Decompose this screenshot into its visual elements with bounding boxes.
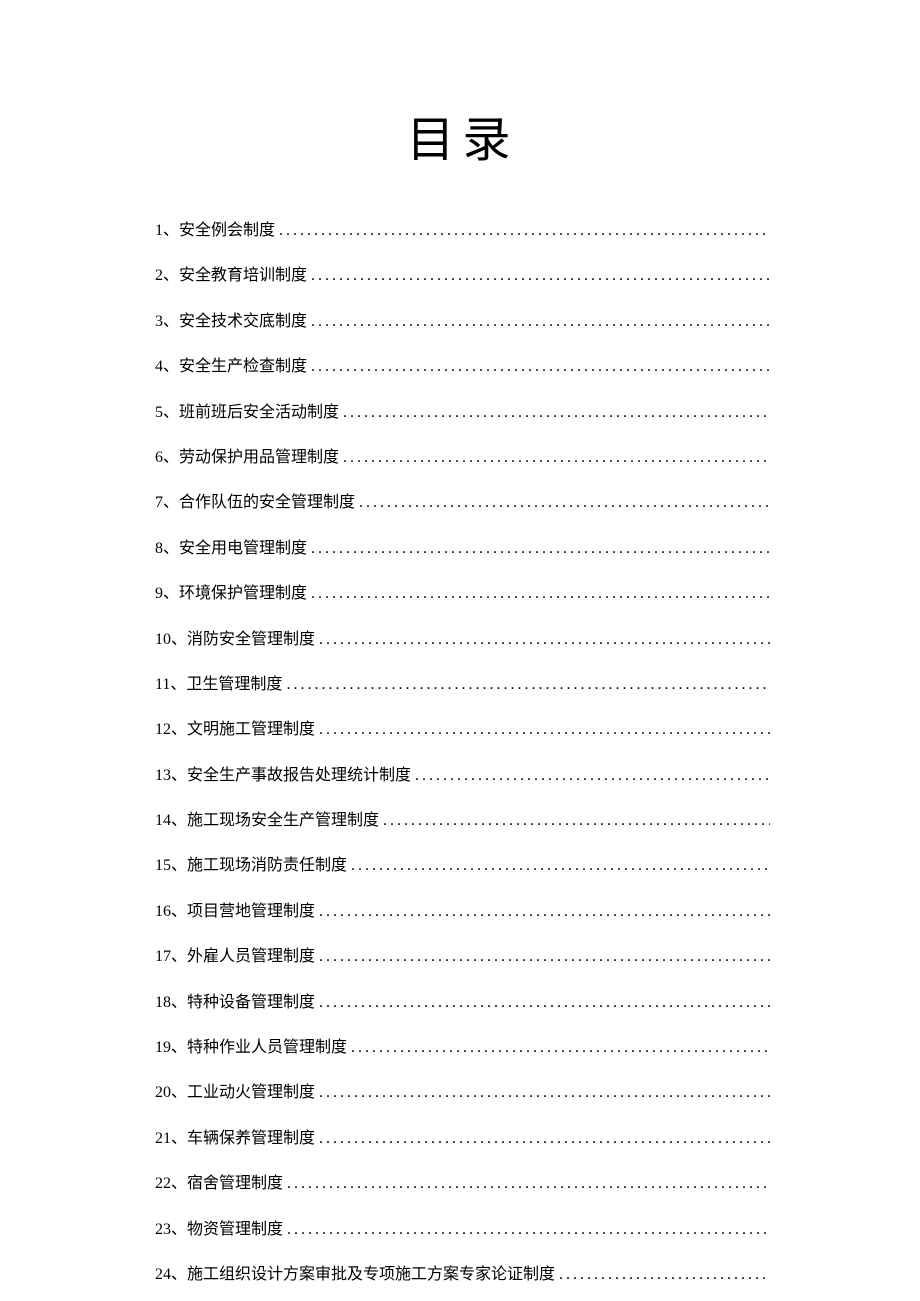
toc-leader-dots bbox=[315, 946, 770, 968]
toc-number: 22、 bbox=[155, 1173, 187, 1195]
toc-leader-dots bbox=[555, 1264, 770, 1286]
toc-number: 15、 bbox=[155, 855, 187, 877]
toc-leader-dots bbox=[339, 402, 770, 424]
toc-number: 18、 bbox=[155, 992, 187, 1014]
toc-number: 5、 bbox=[155, 402, 179, 424]
toc-leader-dots bbox=[347, 1037, 770, 1059]
toc-leader-dots bbox=[283, 1219, 770, 1241]
toc-text: 车辆保养管理制度 bbox=[187, 1128, 315, 1150]
toc-entry: 19、 特种作业人员管理制度 bbox=[155, 1037, 770, 1059]
toc-number: 2、 bbox=[155, 265, 179, 287]
toc-entry: 21、 车辆保养管理制度 bbox=[155, 1128, 770, 1150]
toc-entry: 7、 合作队伍的安全管理制度 bbox=[155, 492, 770, 514]
toc-leader-dots bbox=[307, 583, 770, 605]
toc-text: 物资管理制度 bbox=[187, 1219, 283, 1241]
toc-text: 安全生产检查制度 bbox=[179, 356, 307, 378]
toc-number: 19、 bbox=[155, 1037, 187, 1059]
toc-number: 14、 bbox=[155, 810, 187, 832]
toc-text: 项目营地管理制度 bbox=[187, 901, 315, 923]
toc-leader-dots bbox=[307, 356, 770, 378]
toc-text: 特种设备管理制度 bbox=[187, 992, 315, 1014]
toc-leader-dots bbox=[315, 901, 770, 923]
toc-text: 卫生管理制度 bbox=[186, 674, 282, 696]
toc-leader-dots bbox=[379, 810, 770, 832]
toc-entry: 1、 安全例会制度 bbox=[155, 220, 770, 242]
toc-text: 宿舍管理制度 bbox=[187, 1173, 283, 1195]
toc-leader-dots bbox=[315, 1082, 770, 1104]
toc-text: 特种作业人员管理制度 bbox=[187, 1037, 347, 1059]
toc-leader-dots bbox=[283, 1173, 770, 1195]
toc-text: 外雇人员管理制度 bbox=[187, 946, 315, 968]
toc-entry: 12、 文明施工管理制度 bbox=[155, 719, 770, 741]
toc-text: 施工现场消防责任制度 bbox=[187, 855, 347, 877]
toc-number: 6、 bbox=[155, 447, 179, 469]
toc-leader-dots bbox=[315, 992, 770, 1014]
toc-text: 安全技术交底制度 bbox=[179, 311, 307, 333]
toc-leader-dots bbox=[307, 265, 770, 287]
toc-entry: 3、 安全技术交底制度 bbox=[155, 311, 770, 333]
toc-number: 10、 bbox=[155, 629, 187, 651]
toc-number: 12、 bbox=[155, 719, 187, 741]
toc-leader-dots bbox=[315, 629, 770, 651]
toc-entry: 22、 宿舍管理制度 bbox=[155, 1173, 770, 1195]
toc-entry: 13、 安全生产事故报告处理统计制度 bbox=[155, 765, 770, 787]
toc-text: 消防安全管理制度 bbox=[187, 629, 315, 651]
toc-text: 文明施工管理制度 bbox=[187, 719, 315, 741]
toc-number: 7、 bbox=[155, 492, 179, 514]
toc-text: 合作队伍的安全管理制度 bbox=[179, 492, 355, 514]
toc-number: 11、 bbox=[155, 674, 186, 696]
toc-text: 环境保护管理制度 bbox=[179, 583, 307, 605]
toc-entry: 10、 消防安全管理制度 bbox=[155, 629, 770, 651]
toc-number: 24、 bbox=[155, 1264, 187, 1286]
toc-text: 安全生产事故报告处理统计制度 bbox=[187, 765, 411, 787]
toc-number: 16、 bbox=[155, 901, 187, 923]
toc-number: 17、 bbox=[155, 946, 187, 968]
toc-text: 施工现场安全生产管理制度 bbox=[187, 810, 379, 832]
toc-text: 施工组织设计方案审批及专项施工方案专家论证制度 bbox=[187, 1264, 555, 1286]
toc-number: 9、 bbox=[155, 583, 179, 605]
toc-text: 班前班后安全活动制度 bbox=[179, 402, 339, 424]
toc-leader-dots bbox=[411, 765, 770, 787]
toc-entry: 9、 环境保护管理制度 bbox=[155, 583, 770, 605]
toc-number: 8、 bbox=[155, 538, 179, 560]
toc-text: 安全用电管理制度 bbox=[179, 538, 307, 560]
toc-leader-dots bbox=[307, 311, 770, 333]
toc-entry: 2、 安全教育培训制度 bbox=[155, 265, 770, 287]
toc-text: 安全例会制度 bbox=[179, 220, 275, 242]
toc-leader-dots bbox=[315, 1128, 770, 1150]
toc-entry: 4、 安全生产检查制度 bbox=[155, 356, 770, 378]
toc-leader-dots bbox=[275, 220, 770, 242]
toc-number: 13、 bbox=[155, 765, 187, 787]
toc-number: 20、 bbox=[155, 1082, 187, 1104]
page-title: 目录 bbox=[155, 100, 770, 170]
toc-leader-dots bbox=[315, 719, 770, 741]
toc-leader-dots bbox=[355, 492, 770, 514]
toc-entry: 14、 施工现场安全生产管理制度 bbox=[155, 810, 770, 832]
toc-leader-dots bbox=[339, 447, 770, 469]
toc-leader-dots bbox=[347, 855, 770, 877]
toc-entry: 5、 班前班后安全活动制度 bbox=[155, 402, 770, 424]
toc-entry: 20、 工业动火管理制度 bbox=[155, 1082, 770, 1104]
toc-text: 工业动火管理制度 bbox=[187, 1082, 315, 1104]
toc-number: 1、 bbox=[155, 220, 179, 242]
toc-entry: 8、 安全用电管理制度 bbox=[155, 538, 770, 560]
toc-entry: 15、 施工现场消防责任制度 bbox=[155, 855, 770, 877]
toc-number: 4、 bbox=[155, 356, 179, 378]
toc-entry: 23、 物资管理制度 bbox=[155, 1219, 770, 1241]
toc-entry: 6、 劳动保护用品管理制度 bbox=[155, 447, 770, 469]
toc-entry: 24、 施工组织设计方案审批及专项施工方案专家论证制度 bbox=[155, 1264, 770, 1286]
toc-number: 23、 bbox=[155, 1219, 187, 1241]
toc-entry: 18、 特种设备管理制度 bbox=[155, 992, 770, 1014]
toc-text: 劳动保护用品管理制度 bbox=[179, 447, 339, 469]
toc-entry: 17、 外雇人员管理制度 bbox=[155, 946, 770, 968]
toc-entry: 16、 项目营地管理制度 bbox=[155, 901, 770, 923]
toc-leader-dots bbox=[282, 674, 770, 696]
toc-text: 安全教育培训制度 bbox=[179, 265, 307, 287]
table-of-contents: 1、 安全例会制度 2、 安全教育培训制度 3、 安全技术交底制度 4、 安全生… bbox=[155, 220, 770, 1286]
toc-number: 21、 bbox=[155, 1128, 187, 1150]
toc-entry: 11、 卫生管理制度 bbox=[155, 674, 770, 696]
toc-leader-dots bbox=[307, 538, 770, 560]
toc-number: 3、 bbox=[155, 311, 179, 333]
